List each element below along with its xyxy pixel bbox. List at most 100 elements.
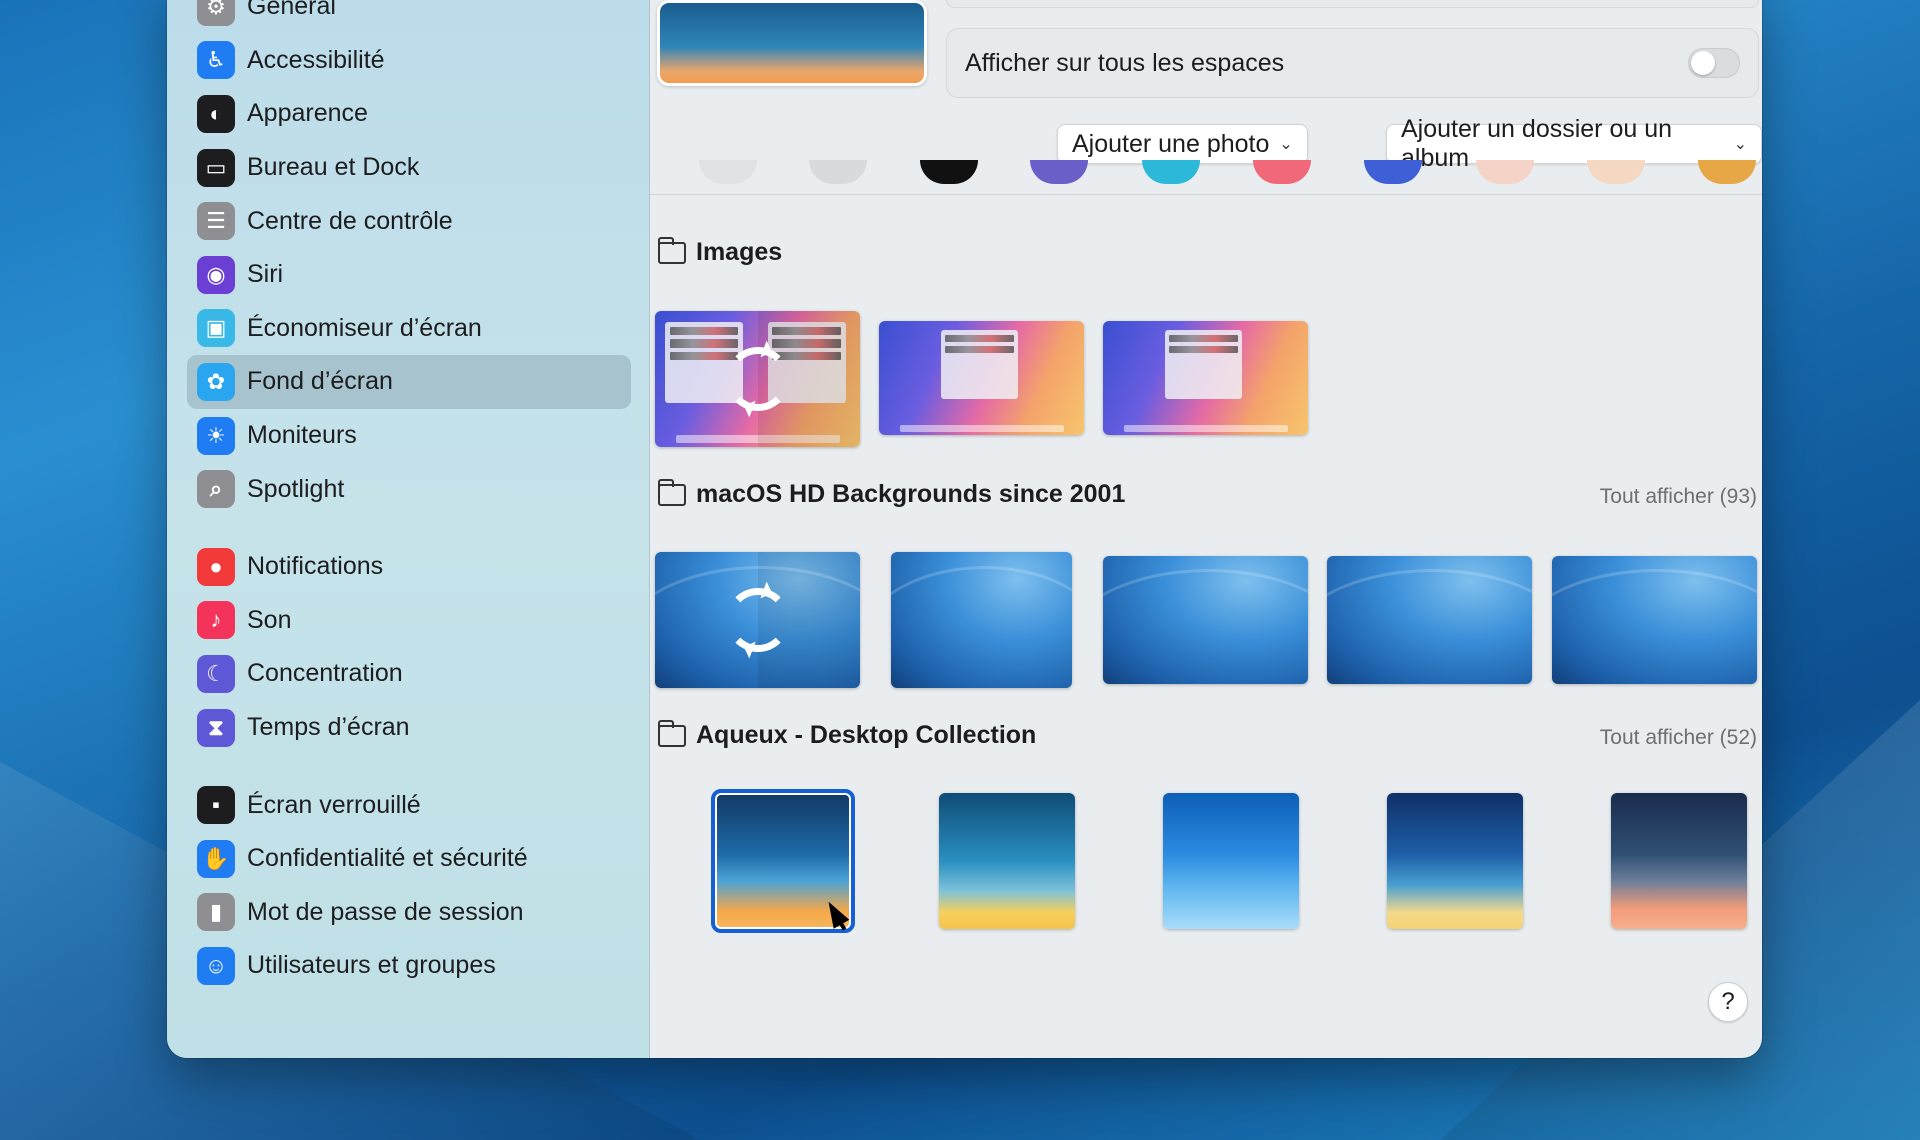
section-title-hd-label: macOS HD Backgrounds since 2001 [696,480,1126,508]
sidebar-item-label: Spotlight [247,474,345,503]
sidebar-item-label: Son [247,605,292,634]
wallpaper-thumb[interactable] [939,793,1075,929]
current-wallpaper-preview [657,0,927,86]
sidebar-item[interactable]: ☾ Concentration [187,647,631,701]
folder-icon [658,478,686,506]
siri-icon: ◉ [197,255,235,294]
users-icon: ☺ [197,946,235,985]
section-title-images-label: Images [696,238,783,266]
show-all-aqueux-link[interactable]: Tout afficher (52) [1600,726,1757,750]
wallpaper-thumb[interactable] [1552,556,1757,684]
sidebar-item[interactable]: ⧗ Temps d’écran [187,701,631,755]
wallpaper-thumb[interactable] [1163,793,1299,929]
add-folder-button[interactable]: Ajouter un dossier ou un album ⌄ [1386,115,1762,172]
chevron-down-icon: ⌄ [1733,136,1747,153]
wallpaper-thumb[interactable] [1327,556,1532,684]
sidebar-item-label: Siri [247,260,284,289]
appearance-icon: ◐ [197,94,235,133]
wallpaper-pane: Afficher sur tous les espaces Ajouter un… [650,0,1762,1058]
section-title-aqueux-label: Aqueux - Desktop Collection [696,721,1037,749]
focus-icon: ☾ [197,654,235,693]
show-all-spaces-toggle[interactable] [1688,48,1740,78]
color-swatch[interactable] [1364,160,1422,184]
wallpaper-thumb[interactable] [1387,793,1523,929]
sidebar-item[interactable]: ♪ Son [187,594,631,648]
privacy-hand-icon: ✋ [197,839,235,878]
sidebar-item-label: Centre de contrôle [247,206,453,235]
color-swatch[interactable] [1142,160,1200,184]
add-photo-button[interactable]: Ajouter une photo ⌄ [1057,124,1308,164]
show-all-hd-link[interactable]: Tout afficher (93) [1600,485,1757,509]
sidebar-item[interactable]: ▣ Économiseur d’écran [187,302,631,356]
sidebar-item[interactable]: ☀ Moniteurs [187,409,631,463]
show-all-spaces-row: Afficher sur tous les espaces [946,28,1759,98]
sidebar: ⚙ Général ♿ Accessibilité ◐ Apparence ▭ Bureau … [167,0,650,1058]
settings-card-edge [946,0,1759,8]
screensaver-icon: ▣ [197,309,235,348]
wallpaper-thumb[interactable] [879,321,1084,435]
sidebar-item[interactable]: ▮ Mot de passe de session [187,886,631,940]
accessibility-icon: ♿ [197,41,235,80]
show-all-spaces-label: Afficher sur tous les espaces [965,48,1285,77]
sidebar-item-label: Utilisateurs et groupes [247,951,496,980]
sidebar-item[interactable]: ✿ Fond d’écran [187,355,631,409]
notifications-icon: ● [197,547,235,586]
sidebar-item[interactable]: ▪ Écran verrouillé [187,778,631,832]
gear-icon: ⚙ [197,0,235,26]
control-center-icon: ☰ [197,202,235,241]
displays-icon: ☀ [197,416,235,455]
refresh-icon [725,347,790,411]
color-swatch[interactable] [920,160,978,184]
color-swatch[interactable] [699,160,757,184]
wallpaper-thumb[interactable] [891,552,1072,688]
wallpaper-icon: ✿ [197,362,235,401]
sidebar-item-label: Concentration [247,659,403,688]
dock-icon: ▭ [197,148,235,187]
sidebar-item-label: Notifications [247,552,384,581]
color-swatch[interactable] [1253,160,1311,184]
folder-icon [658,236,686,264]
sidebar-item[interactable]: ◐ Apparence [187,87,631,141]
sidebar-item[interactable]: ☺ Utilisateurs et groupes [187,939,631,993]
sidebar-item[interactable]: ♿ Accessibilité [187,34,631,88]
wallpaper-thumb-dynamic[interactable] [655,552,860,688]
system-settings-window: ⚙ Général ♿ Accessibilité ◐ Apparence ▭ Bureau … [167,0,1762,1058]
sidebar-item[interactable]: ✋ Confidentialité et sécurité [187,832,631,886]
sidebar-item-label: Économiseur d’écran [247,313,482,342]
help-button[interactable]: ? [1708,982,1748,1022]
sidebar-item-label: Fond d’écran [247,367,393,396]
sidebar-item[interactable]: ▭ Bureau et Dock [187,141,631,195]
color-swatch[interactable] [1476,160,1534,184]
sidebar-item[interactable]: ◉ Siri [187,248,631,302]
add-folder-label: Ajouter un dossier ou un album [1401,115,1673,172]
sidebar-item[interactable]: ☰ Centre de contrôle [187,194,631,248]
wallpaper-thumb-dynamic[interactable] [655,311,860,447]
lock-icon: ▮ [197,893,235,932]
sidebar-item-label: Mot de passe de session [247,897,524,926]
sidebar-item[interactable]: ● Notifications [187,540,631,594]
screen-time-icon: ⧗ [197,708,235,747]
wallpaper-thumb[interactable] [1103,321,1308,435]
wallpaper-thumb[interactable] [1611,793,1747,929]
chevron-down-icon: ⌄ [1279,136,1293,153]
folder-icon [658,719,686,747]
color-swatch[interactable] [1587,160,1645,184]
sidebar-item-label: Temps d’écran [247,713,410,742]
sidebar-item-label: Accessibilité [247,45,385,74]
sidebar-item[interactable]: ⚙ Général [187,0,631,34]
toggle-knob [1691,51,1715,75]
sound-icon: ♪ [197,601,235,640]
color-swatch[interactable] [1698,160,1756,184]
add-photo-label: Ajouter une photo [1072,129,1270,158]
wallpaper-thumb[interactable] [1103,556,1308,684]
sidebar-item[interactable]: ⌕ Spotlight [187,462,631,516]
color-swatch[interactable] [1030,160,1088,184]
divider [650,194,1762,195]
sidebar-item-label: Confidentialité et sécurité [247,844,528,873]
sidebar-list: ⚙ Général ♿ Accessibilité ◐ Apparence ▭ Bureau … [187,0,631,993]
sidebar-item-label: Moniteurs [247,421,357,450]
color-swatch[interactable] [809,160,867,184]
lock-screen-icon: ▪ [197,786,235,825]
section-title-images: Images [658,236,783,267]
